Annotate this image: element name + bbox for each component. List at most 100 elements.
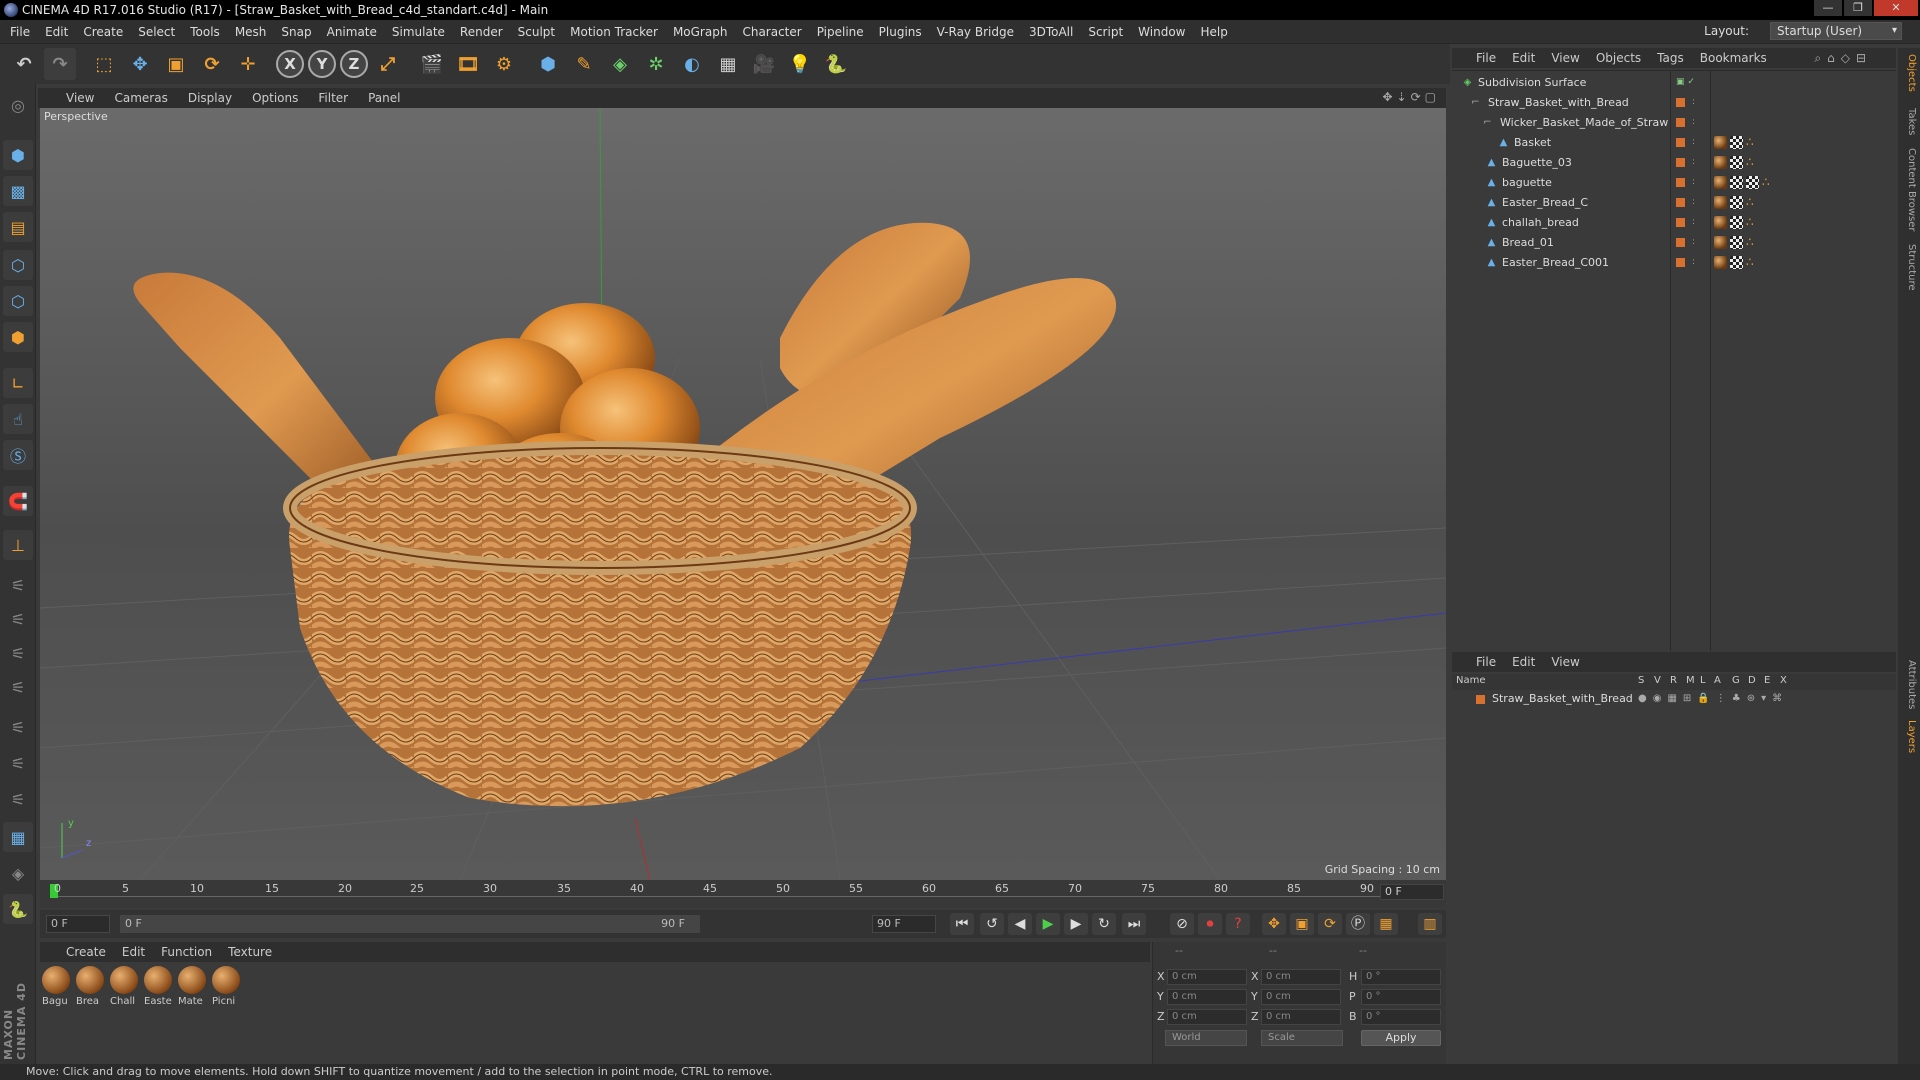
uvw-tag-icon[interactable] <box>1730 156 1743 169</box>
material-swatch[interactable]: Mate <box>178 966 208 1007</box>
object-manager-search-icons[interactable]: ⌕⌂◇⊟ <box>1814 51 1872 66</box>
layer-color-swatch[interactable] <box>1676 138 1685 147</box>
3d-viewport[interactable]: Perspective y z Grid Spacing : 10 cm <box>40 108 1446 880</box>
visibility-dots[interactable]: : <box>1692 113 1695 132</box>
menu-sculpt[interactable]: Sculpt <box>518 25 555 39</box>
layer-color-swatch[interactable] <box>1676 258 1685 267</box>
y-axis-lock-button[interactable]: Y <box>308 50 336 78</box>
object-row[interactable]: ▲ Easter_Bread_C : ∴ <box>1452 193 1896 212</box>
live-selection-icon[interactable]: ⬚ <box>88 48 120 80</box>
sculpt-brush-icon[interactable]: ⚟ <box>3 570 33 600</box>
menu-mesh[interactable]: Mesh <box>235 25 267 39</box>
menu-3dtoall[interactable]: 3DToAll <box>1029 25 1073 39</box>
rotation-p-field[interactable]: 0 ° <box>1361 989 1441 1005</box>
tab-layers[interactable]: Layers <box>1901 720 1917 753</box>
go-to-start-icon[interactable]: ⏮ <box>950 913 974 935</box>
camera-icon[interactable]: 🎥 <box>748 48 780 80</box>
menu-mograph[interactable]: MoGraph <box>673 25 728 39</box>
key-pla-icon[interactable]: ▦ <box>1374 913 1398 935</box>
magnet-icon[interactable]: 🧲 <box>3 486 33 516</box>
layer-menu-view[interactable]: View <box>1551 655 1579 669</box>
menu-edit[interactable]: Edit <box>45 25 68 39</box>
size-y-field[interactable]: 0 cm <box>1261 989 1341 1005</box>
workplane-mode-icon[interactable]: ▤ <box>3 212 33 242</box>
visibility-dots[interactable]: : <box>1692 213 1695 232</box>
viewport-menu-options[interactable]: Options <box>252 91 298 105</box>
object-row[interactable]: ▲ challah_bread : ∴ <box>1452 213 1896 232</box>
maximize-button[interactable]: ❐ <box>1844 0 1872 16</box>
uvw-tag-icon[interactable] <box>1730 136 1743 149</box>
uvw-tag-icon[interactable] <box>1730 196 1743 209</box>
visibility-dots[interactable]: : <box>1692 153 1695 172</box>
layer-col-generators[interactable]: G <box>1732 675 1740 686</box>
previous-key-icon[interactable]: ↺ <box>980 913 1004 935</box>
tweak-mode-icon[interactable]: ☝ <box>3 404 33 434</box>
object-menu-edit[interactable]: Edit <box>1512 51 1535 65</box>
menu-create[interactable]: Create <box>83 25 123 39</box>
scale-icon[interactable]: ▣ <box>160 48 192 80</box>
menu-window[interactable]: Window <box>1138 25 1185 39</box>
layer-col-manager[interactable]: M <box>1686 675 1695 686</box>
rotation-b-field[interactable]: 0 ° <box>1361 1009 1441 1025</box>
next-frame-icon[interactable]: ▶ <box>1064 913 1088 935</box>
pen-spline-icon[interactable]: ✎ <box>568 48 600 80</box>
material-swatch[interactable]: Easte <box>144 966 174 1007</box>
object-row[interactable]: ◈ Subdivision Surface ▣ ✓ <box>1452 73 1896 92</box>
timeline-window-icon[interactable]: ▥ <box>1418 913 1442 935</box>
rotate-icon[interactable]: ⟳ <box>196 48 228 80</box>
next-key-icon[interactable]: ↻ <box>1092 913 1116 935</box>
uvw-tag-icon[interactable] <box>1746 176 1759 189</box>
visibility-dots[interactable]: : <box>1692 133 1695 152</box>
menu-simulate[interactable]: Simulate <box>392 25 445 39</box>
size-z-field[interactable]: 0 cm <box>1261 1009 1341 1025</box>
position-x-field[interactable]: 0 cm <box>1167 969 1247 985</box>
move-icon[interactable]: ✥ <box>124 48 156 80</box>
edges-mode-icon[interactable]: ⬡ <box>3 286 33 316</box>
polygons-mode-icon[interactable]: ⬢ <box>3 322 33 352</box>
viewport-menu-view[interactable]: View <box>66 91 94 105</box>
tab-content-browser[interactable]: Content Browser <box>1901 148 1917 231</box>
menu-snap[interactable]: Snap <box>281 25 311 39</box>
layer-col-xref[interactable]: X <box>1780 675 1787 686</box>
menu-script[interactable]: Script <box>1088 25 1123 39</box>
tab-structure[interactable]: Structure <box>1901 244 1917 291</box>
cube-primitive-icon[interactable]: ⬢ <box>532 48 564 80</box>
subdivision-surface-icon[interactable]: ◈ <box>604 48 636 80</box>
layer-menu-file[interactable]: File <box>1476 655 1496 669</box>
record-keys-disabled-icon[interactable]: ⊘ <box>1170 913 1194 935</box>
object-row[interactable]: ▲ Bread_01 : ∴ <box>1452 233 1896 252</box>
material-menu-function[interactable]: Function <box>161 945 212 959</box>
snap-icon[interactable]: Ⓢ <box>3 440 33 470</box>
uvw-tag-icon[interactable] <box>1730 216 1743 229</box>
size-mode-dropdown[interactable]: Scale <box>1261 1030 1343 1046</box>
layer-color-swatch[interactable] <box>1676 218 1685 227</box>
key-position-icon[interactable]: ✥ <box>1262 913 1286 935</box>
render-view-icon[interactable]: 🎬 <box>416 48 448 80</box>
menu-vray-bridge[interactable]: V-Ray Bridge <box>937 25 1014 39</box>
viewport-menu-display[interactable]: Display <box>188 91 232 105</box>
tab-takes[interactable]: Takes <box>1901 108 1917 135</box>
material-swatch[interactable]: Bagu <box>42 966 72 1007</box>
previous-frame-icon[interactable]: ◀ <box>1008 913 1032 935</box>
enabled-check-icon[interactable]: ▣ ✓ <box>1676 73 1695 92</box>
viewport-menu-panel[interactable]: Panel <box>368 91 400 105</box>
texture-mode-icon[interactable]: ▩ <box>3 176 33 206</box>
viewport-nav-icons[interactable]: ✥⇣⟳▢ <box>1382 90 1440 104</box>
tab-attributes[interactable]: Attributes <box>1901 660 1917 709</box>
viewport-menu-cameras[interactable]: Cameras <box>114 91 167 105</box>
object-menu-bookmarks[interactable]: Bookmarks <box>1700 51 1767 65</box>
object-row[interactable]: ▲ baguette : ∴ <box>1452 173 1896 192</box>
layer-col-solo[interactable]: S <box>1638 675 1644 686</box>
tab-objects[interactable]: Objects <box>1901 54 1917 92</box>
phong-tag-icon[interactable]: ∴ <box>1746 236 1759 249</box>
menu-plugins[interactable]: Plugins <box>879 25 922 39</box>
uvw-tag-icon[interactable] <box>1730 176 1743 189</box>
light-icon[interactable]: 💡 <box>784 48 816 80</box>
position-y-field[interactable]: 0 cm <box>1167 989 1247 1005</box>
redo-icon[interactable]: ↷ <box>44 48 76 80</box>
object-row[interactable]: ▲ Basket : ∴ <box>1452 133 1896 152</box>
menu-tools[interactable]: Tools <box>190 25 220 39</box>
layer-col-animation[interactable]: A <box>1714 675 1721 686</box>
material-menu-edit[interactable]: Edit <box>122 945 145 959</box>
material-swatch[interactable]: Brea <box>76 966 106 1007</box>
